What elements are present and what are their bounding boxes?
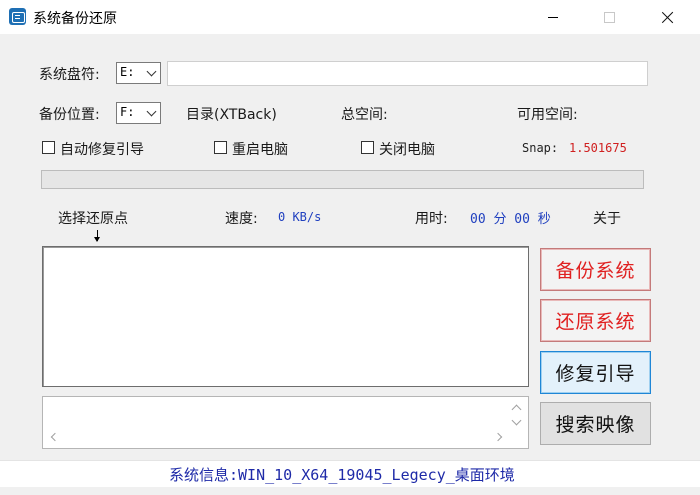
- backup-location-select[interactable]: F:: [116, 102, 161, 124]
- backup-location-label: 备份位置:: [39, 107, 100, 123]
- progress-bar: [41, 170, 644, 189]
- restore-system-button[interactable]: 还原系统: [540, 299, 651, 342]
- restore-point-list[interactable]: [42, 246, 529, 387]
- scroll-down-icon[interactable]: [511, 415, 522, 426]
- scroll-left-icon[interactable]: [50, 432, 60, 442]
- title-bar: 系统备份还原: [0, 0, 700, 34]
- auto-repair-boot-checkbox[interactable]: [42, 141, 55, 154]
- minimize-icon: [548, 16, 558, 18]
- system-info-text: 系统信息:WIN_10_X64_19045_Legecy_桌面环境: [169, 466, 515, 484]
- close-icon: [661, 11, 674, 24]
- scroll-up-icon[interactable]: [511, 404, 522, 415]
- search-image-button[interactable]: 搜索映像: [540, 402, 651, 445]
- maximize-button[interactable]: [580, 0, 638, 34]
- arrow-down-icon: [94, 230, 100, 242]
- window-title: 系统备份还原: [33, 11, 117, 27]
- backup-system-button[interactable]: 备份系统: [540, 248, 651, 291]
- close-button[interactable]: [638, 0, 696, 34]
- auto-repair-boot-label[interactable]: 自动修复引导: [60, 139, 144, 159]
- system-drive-label: 系统盘符:: [39, 67, 100, 83]
- speed-value: 0 KB/s: [278, 210, 322, 224]
- minimize-button[interactable]: [524, 0, 582, 34]
- restart-label[interactable]: 重启电脑: [232, 139, 288, 159]
- shutdown-checkbox[interactable]: [361, 141, 374, 154]
- shutdown-label[interactable]: 关闭电脑: [379, 139, 435, 159]
- repair-boot-button[interactable]: 修复引导: [540, 351, 651, 394]
- status-bar: 系统信息:WIN_10_X64_19045_Legecy_桌面环境: [0, 460, 700, 487]
- app-window: 系统备份还原 系统盘符: E: 备份位置: F: 目录(XTBack) 总空间:…: [0, 0, 700, 495]
- maximize-icon: [603, 11, 615, 23]
- snap-label: Snap:: [522, 141, 559, 155]
- log-textbox[interactable]: [42, 396, 529, 449]
- chevron-down-icon: [146, 106, 157, 117]
- total-space-label: 总空间:: [341, 107, 388, 123]
- speed-label: 速度:: [225, 211, 258, 227]
- system-drive-path-field[interactable]: [167, 61, 648, 86]
- elapsed-label: 用时:: [415, 211, 448, 227]
- select-restore-point-label: 选择还原点: [58, 211, 128, 227]
- system-drive-value: E:: [120, 65, 135, 79]
- chevron-down-icon: [146, 66, 157, 77]
- snap-value: 1.501675: [569, 141, 627, 155]
- scroll-right-icon[interactable]: [493, 432, 503, 442]
- backup-location-value: F:: [120, 105, 135, 119]
- elapsed-value: 00 分 00 秒: [470, 212, 551, 227]
- restart-checkbox[interactable]: [214, 141, 227, 154]
- about-link[interactable]: 关于: [593, 208, 621, 228]
- system-drive-select[interactable]: E:: [116, 62, 161, 84]
- app-window-icon: [9, 8, 26, 25]
- free-space-label: 可用空间:: [517, 107, 578, 123]
- backup-directory-label: 目录(XTBack): [186, 107, 277, 123]
